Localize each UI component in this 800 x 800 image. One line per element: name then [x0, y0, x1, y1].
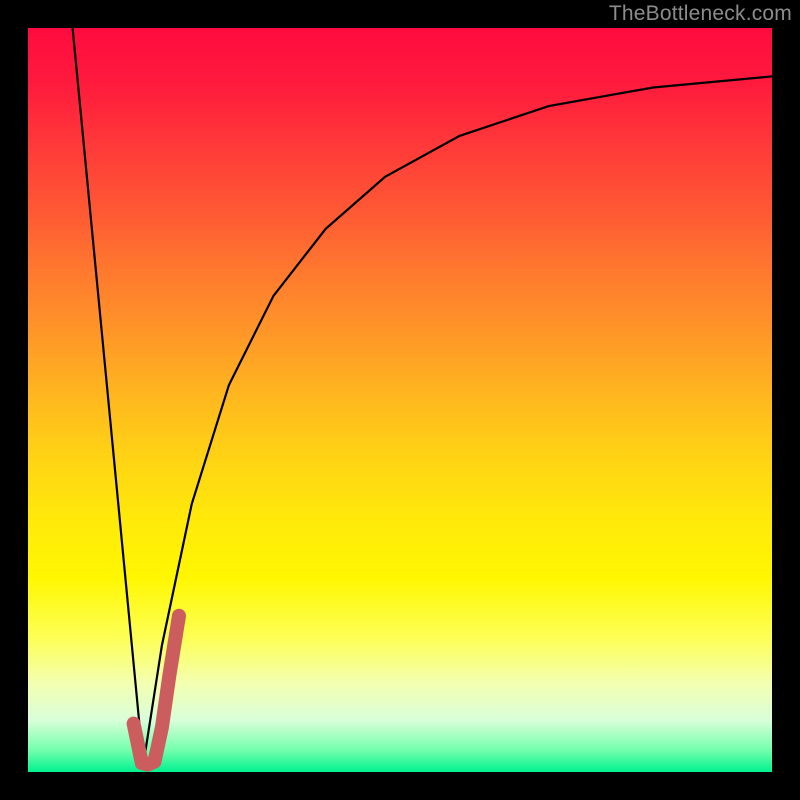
chart-frame: TheBottleneck.com [0, 0, 800, 800]
watermark-text: TheBottleneck.com [609, 2, 792, 26]
plot-area [28, 28, 772, 772]
series-left-descent [73, 28, 144, 765]
series-highlight-j [134, 616, 179, 765]
series-right-ascent [143, 76, 772, 764]
curves-layer [28, 28, 772, 772]
